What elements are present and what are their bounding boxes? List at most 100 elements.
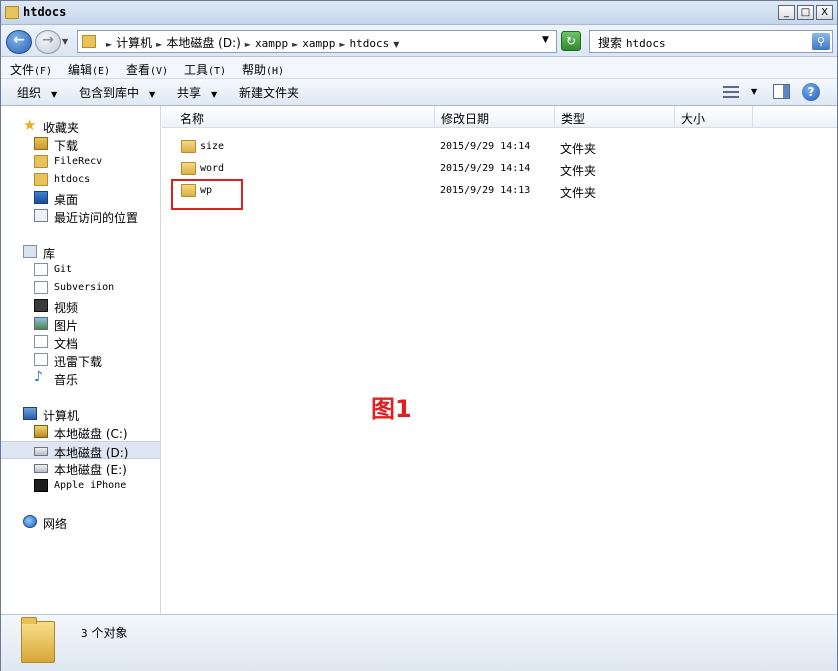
file-type: 文件夹 (560, 142, 597, 156)
column-date-modified[interactable]: 修改日期 (435, 106, 555, 128)
file-date: 2015/9/29 14:13 (440, 185, 531, 196)
nav-item-drive-e[interactable]: 本地磁盘 (E:) (1, 459, 160, 477)
file-row[interactable]: wp 2015/9/29 14:13 文件夹 (162, 181, 837, 201)
nav-item-desktop[interactable]: 桌面 (1, 189, 160, 207)
menu-tools[interactable]: 工具(T) (184, 61, 226, 78)
nav-item-documents[interactable]: 文档 (1, 333, 160, 351)
menu-view[interactable]: 查看(V) (126, 61, 168, 78)
chevron-down-icon: ▼ (211, 90, 218, 99)
nav-item-htdocs[interactable]: htdocs (1, 171, 160, 189)
library-icon (23, 245, 37, 258)
file-row[interactable]: word 2015/9/29 14:14 文件夹 (162, 159, 837, 179)
chevron-down-icon: ▼ (149, 90, 156, 99)
view-dropdown[interactable]: ▼ (751, 87, 757, 96)
close-button[interactable]: X (816, 5, 833, 20)
nav-item-videos[interactable]: 视频 (1, 297, 160, 315)
network-icon (23, 515, 37, 528)
refresh-button[interactable]: ↻ (561, 31, 581, 51)
file-date: 2015/9/29 14:14 (440, 141, 531, 152)
system-drive-icon (34, 425, 48, 438)
video-icon (34, 299, 48, 312)
menu-file[interactable]: 文件(F) (10, 61, 52, 78)
file-type: 文件夹 (560, 186, 597, 200)
chevron-right-icon[interactable]: ► (106, 40, 112, 49)
folder-icon (82, 35, 96, 48)
chevron-right-icon[interactable]: ► (156, 40, 162, 49)
folder-icon (181, 140, 196, 153)
file-type: 文件夹 (560, 164, 597, 178)
search-icon[interactable]: ⚲ (812, 33, 830, 50)
address-bar-area: ← → ▼ ► 计算机 ► 本地磁盘 (D:) ► xampp ► xampp ► htdocs ▼… (1, 25, 837, 57)
subversion-library-icon (34, 281, 48, 294)
refresh-icon: ↻ (565, 34, 577, 48)
document-icon (34, 335, 48, 348)
chevron-right-icon[interactable]: ► (339, 40, 345, 49)
preview-pane-icon[interactable] (773, 84, 790, 99)
chevron-right-icon[interactable]: ► (245, 40, 251, 49)
nav-item-subversion[interactable]: Subversion (1, 279, 160, 297)
window-title: htdocs (23, 5, 67, 19)
drive-icon (34, 447, 48, 456)
downloads-folder-icon (34, 137, 48, 150)
nav-libraries[interactable]: 库 (1, 243, 160, 261)
nav-item-thunder-downloads[interactable]: 迅雷下载 (1, 351, 160, 369)
breadcrumb-xampp[interactable]: xampp (255, 37, 288, 50)
nav-item-downloads[interactable]: 下载 (1, 135, 160, 153)
forward-button[interactable]: → (35, 30, 61, 54)
maximize-button[interactable]: □ (797, 5, 814, 20)
nav-item-drive-d[interactable]: 本地磁盘 (D:) (1, 441, 160, 460)
chevron-down-icon[interactable]: ▼ (393, 40, 399, 49)
nav-network[interactable]: 网络 (1, 513, 160, 531)
file-row[interactable]: size 2015/9/29 14:14 文件夹 (162, 137, 837, 157)
breadcrumb-computer[interactable]: 计算机 (116, 36, 152, 50)
download-library-icon (34, 353, 48, 366)
breadcrumb-drive-d[interactable]: 本地磁盘 (D:) (166, 36, 240, 50)
breadcrumb-htdocs[interactable]: htdocs (350, 37, 390, 50)
organize-button[interactable]: 组织 ▼ (17, 84, 57, 101)
computer-icon (23, 407, 37, 420)
folder-icon (181, 162, 196, 175)
column-type[interactable]: 类型 (555, 106, 675, 128)
highlight-box (171, 179, 243, 210)
help-icon[interactable]: ? (802, 83, 820, 101)
search-placeholder: 搜索 htdocs (598, 36, 666, 50)
recent-pages-dropdown[interactable]: ▼ (62, 37, 68, 46)
nav-computer[interactable]: 计算机 (1, 405, 160, 423)
search-input[interactable]: 搜索 htdocs ⚲ (589, 30, 833, 53)
minimize-button[interactable]: _ (778, 5, 795, 20)
nav-item-apple-iphone[interactable]: Apple iPhone (1, 477, 160, 495)
arrow-right-icon: → (42, 32, 54, 48)
menu-help[interactable]: 帮助(H) (242, 61, 284, 78)
nav-item-pictures[interactable]: 图片 (1, 315, 160, 333)
command-bar: 组织 ▼ 包含到库中 ▼ 共享 ▼ 新建文件夹 ▼ ? (1, 79, 837, 106)
folder-icon (34, 155, 48, 168)
nav-item-drive-c[interactable]: 本地磁盘 (C:) (1, 423, 160, 441)
breadcrumb-xampp-2[interactable]: xampp (302, 37, 335, 50)
chevron-right-icon[interactable]: ► (292, 40, 298, 49)
menu-edit[interactable]: 编辑(E) (68, 61, 110, 78)
file-list: 名称 修改日期 类型 大小 size 2015/9/29 14:14 文件夹 w… (162, 106, 837, 614)
git-library-icon (34, 263, 48, 276)
status-bar: 3 个对象 (1, 614, 837, 671)
column-size[interactable]: 大小 (675, 106, 753, 128)
folder-icon (34, 173, 48, 186)
include-library-button[interactable]: 包含到库中 ▼ (79, 84, 155, 101)
share-button[interactable]: 共享 ▼ (177, 84, 217, 101)
column-name[interactable]: 名称 (162, 106, 435, 128)
address-history-dropdown[interactable]: ▼ (542, 35, 549, 45)
figure-annotation: 图1 (371, 395, 412, 423)
menu-bar: 文件(F) 编辑(E) 查看(V) 工具(T) 帮助(H) (1, 57, 837, 79)
music-note-icon: ♪ (34, 369, 43, 385)
title-bar[interactable]: htdocs _ □ X (1, 1, 837, 25)
address-field[interactable]: ► 计算机 ► 本地磁盘 (D:) ► xampp ► xampp ► htdocs ▼ ▼ (77, 30, 557, 53)
view-options-icon[interactable] (723, 85, 739, 99)
nav-item-filerecv[interactable]: FileRecv (1, 153, 160, 171)
nav-item-music[interactable]: ♪ 音乐 (1, 369, 160, 387)
drive-icon (34, 464, 48, 473)
explorer-window: htdocs _ □ X ← → ▼ ► 计算机 ► 本地磁盘 (D:) ► xampp ►… (0, 0, 838, 671)
back-button[interactable]: ← (6, 30, 32, 54)
nav-item-recent-places[interactable]: 最近访问的位置 (1, 207, 160, 225)
new-folder-button[interactable]: 新建文件夹 (239, 84, 299, 101)
nav-item-git[interactable]: Git (1, 261, 160, 279)
nav-favorites[interactable]: ★ 收藏夹 (1, 117, 160, 136)
